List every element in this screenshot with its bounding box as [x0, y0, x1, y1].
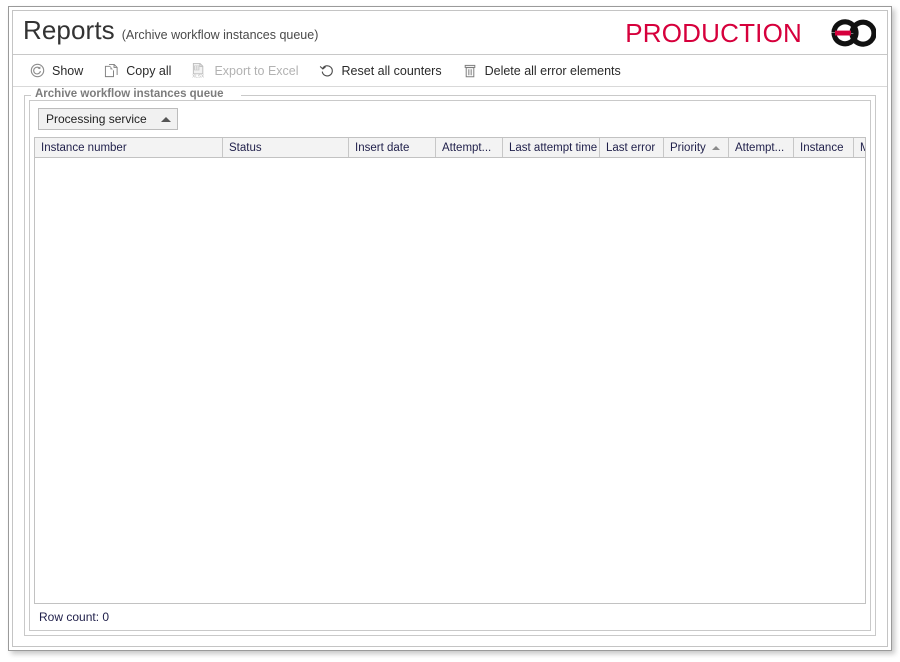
grid-column-header-label: Last attempt time	[509, 141, 598, 154]
grid-column-header[interactable]: Instance number	[35, 138, 223, 157]
processing-service-dropdown-value: Processing service	[46, 112, 147, 126]
filter-row: Processing service	[38, 108, 862, 132]
copy-pages-icon	[103, 62, 120, 79]
grid-column-header-label: Instance	[800, 141, 844, 154]
export-to-excel-button[interactable]: XLSX Export to Excel	[189, 60, 300, 81]
grid-column-header-label: Attempt...	[735, 141, 785, 154]
grid-column-header[interactable]: Last attempt time	[503, 138, 600, 157]
svg-text:XLSX: XLSX	[193, 74, 206, 79]
page-header: Reports (Archive workflow instances queu…	[13, 11, 887, 55]
copy-all-button[interactable]: Copy all	[101, 60, 173, 81]
archive-queue-grid[interactable]: Instance number Status Insert date Attempt.…	[34, 137, 866, 604]
page-subtitle: (Archive workflow instances queue)	[121, 28, 319, 42]
delete-all-error-elements-button[interactable]: Delete all error elements	[460, 60, 623, 81]
application-window: Reports (Archive workflow instances queu…	[8, 6, 892, 651]
grid-status-bar: Row count: 0	[34, 607, 866, 627]
refresh-circle-icon	[29, 62, 46, 79]
grid-column-header[interactable]: Priority	[664, 138, 729, 157]
export-to-excel-button-label: Export to Excel	[214, 63, 299, 78]
trash-bin-icon	[462, 62, 479, 79]
grid-column-header-label: Priority	[670, 141, 706, 154]
triangle-up-icon	[160, 116, 171, 122]
brand-name: PRODUCTION	[625, 18, 802, 48]
grid-column-header[interactable]: Insert date	[349, 138, 436, 157]
window-inner-frame: Reports (Archive workflow instances queu…	[12, 10, 888, 647]
grid-column-header[interactable]: Attempt...	[729, 138, 794, 157]
grid-column-header-label: Status	[229, 141, 262, 154]
grid-body[interactable]	[35, 159, 865, 603]
grid-column-header[interactable]: Manage p...	[854, 138, 865, 157]
grid-column-header-label: Instance number	[41, 141, 127, 154]
grid-column-header[interactable]: Status	[223, 138, 349, 157]
reset-all-counters-button[interactable]: Reset all counters	[317, 60, 444, 81]
grid-column-header[interactable]: Attempt...	[436, 138, 503, 157]
grid-column-header-label: Attempt...	[442, 141, 492, 154]
processing-service-dropdown[interactable]: Processing service	[38, 108, 178, 130]
grid-column-header[interactable]: Last error	[600, 138, 664, 157]
copy-all-button-label: Copy all	[126, 63, 172, 78]
delete-all-error-elements-button-label: Delete all error elements	[484, 63, 621, 78]
xlsx-document-icon: XLSX	[191, 62, 208, 79]
sort-ascending-icon	[712, 145, 720, 150]
row-count-label: Row count: 0	[39, 610, 110, 624]
chain-link-icon	[831, 19, 876, 47]
show-button-label: Show	[52, 63, 84, 78]
toolbar: Show Copy all XLSX Export to Excel Reset…	[13, 55, 887, 87]
page-title-block: Reports (Archive workflow instances queu…	[23, 15, 318, 46]
brand-logo: PRODUCTION	[625, 17, 876, 49]
grid-column-header-label: Manage p...	[860, 142, 865, 154]
show-button[interactable]: Show	[27, 60, 85, 81]
reset-all-counters-button-label: Reset all counters	[341, 63, 442, 78]
grid-column-header[interactable]: Instance	[794, 138, 854, 157]
grid-column-header-label: Insert date	[355, 141, 410, 154]
grid-column-header-label: Last error	[606, 141, 656, 154]
group-border-right-stub	[241, 95, 876, 96]
archive-queue-group: Archive workflow instances queue Process…	[24, 87, 876, 636]
reset-counter-icon	[319, 62, 336, 79]
page-title: Reports	[23, 15, 115, 45]
group-body: Processing service Instance number Status…	[29, 100, 871, 631]
grid-header-row: Instance number Status Insert date Attempt.…	[35, 138, 865, 158]
